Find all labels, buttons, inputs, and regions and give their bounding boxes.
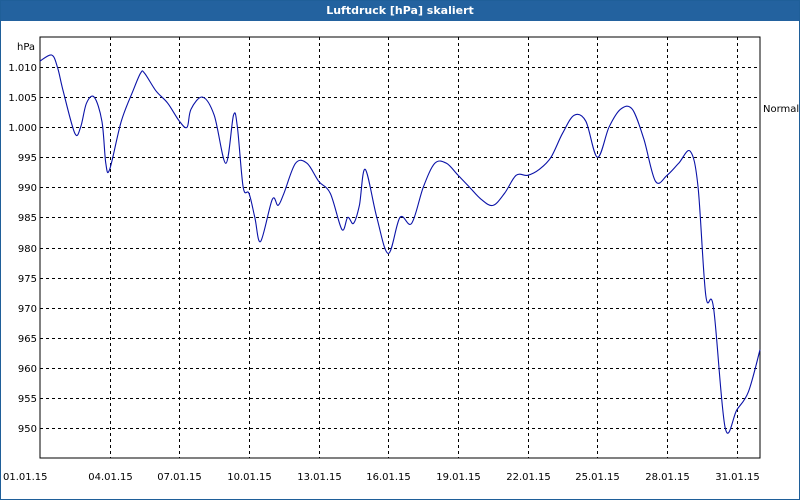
y-axis: 950 955 960 965 970 975 980 985 990 995 1.000 1.005…	[8, 63, 37, 435]
y-tick-label: 980	[18, 244, 37, 255]
x-tick-label: 16.01.15	[366, 472, 411, 483]
x-tick-label: 10.01.15	[227, 472, 272, 483]
y-axis-unit-label: hPa	[17, 42, 35, 53]
normal-reference-label: Normal	[763, 104, 799, 115]
y-tick-label: 960	[18, 364, 37, 375]
y-tick-label: 950	[18, 424, 37, 435]
y-tick-label: 965	[18, 334, 37, 345]
y-tick-label: 995	[18, 153, 37, 164]
pressure-chart: 950 955 960 965 970 975 980 985 990 995 1.000 1.005…	[3, 36, 799, 483]
x-tick-label: 31.01.15	[715, 472, 760, 483]
grid-lines	[40, 37, 760, 458]
y-tick-label: 970	[18, 304, 37, 315]
y-tick-label: 955	[18, 394, 37, 405]
y-tick-label: 1.005	[8, 93, 37, 104]
y-tick-label: 1.000	[8, 123, 37, 134]
y-tick-label: 985	[18, 213, 37, 224]
y-tick-label: 990	[18, 183, 37, 194]
x-tick-label: 01.01.15	[3, 472, 48, 483]
x-tick-label: 07.01.15	[157, 472, 202, 483]
plot-area-border	[39, 36, 761, 459]
x-tick-label: 22.01.15	[506, 472, 551, 483]
y-tick-label: 975	[18, 274, 37, 285]
y-tick-label: 1.010	[8, 63, 37, 74]
x-tick-label: 19.01.15	[436, 472, 481, 483]
pressure-series-line	[39, 54, 761, 434]
x-axis: 01.01.15 04.01.15 07.01.15 10.01.15 13.01.15…	[3, 472, 760, 483]
x-tick-label: 13.01.15	[297, 472, 342, 483]
x-tick-label: 04.01.15	[88, 472, 133, 483]
x-tick-label: 25.01.15	[575, 472, 620, 483]
x-tick-label: 28.01.15	[645, 472, 690, 483]
